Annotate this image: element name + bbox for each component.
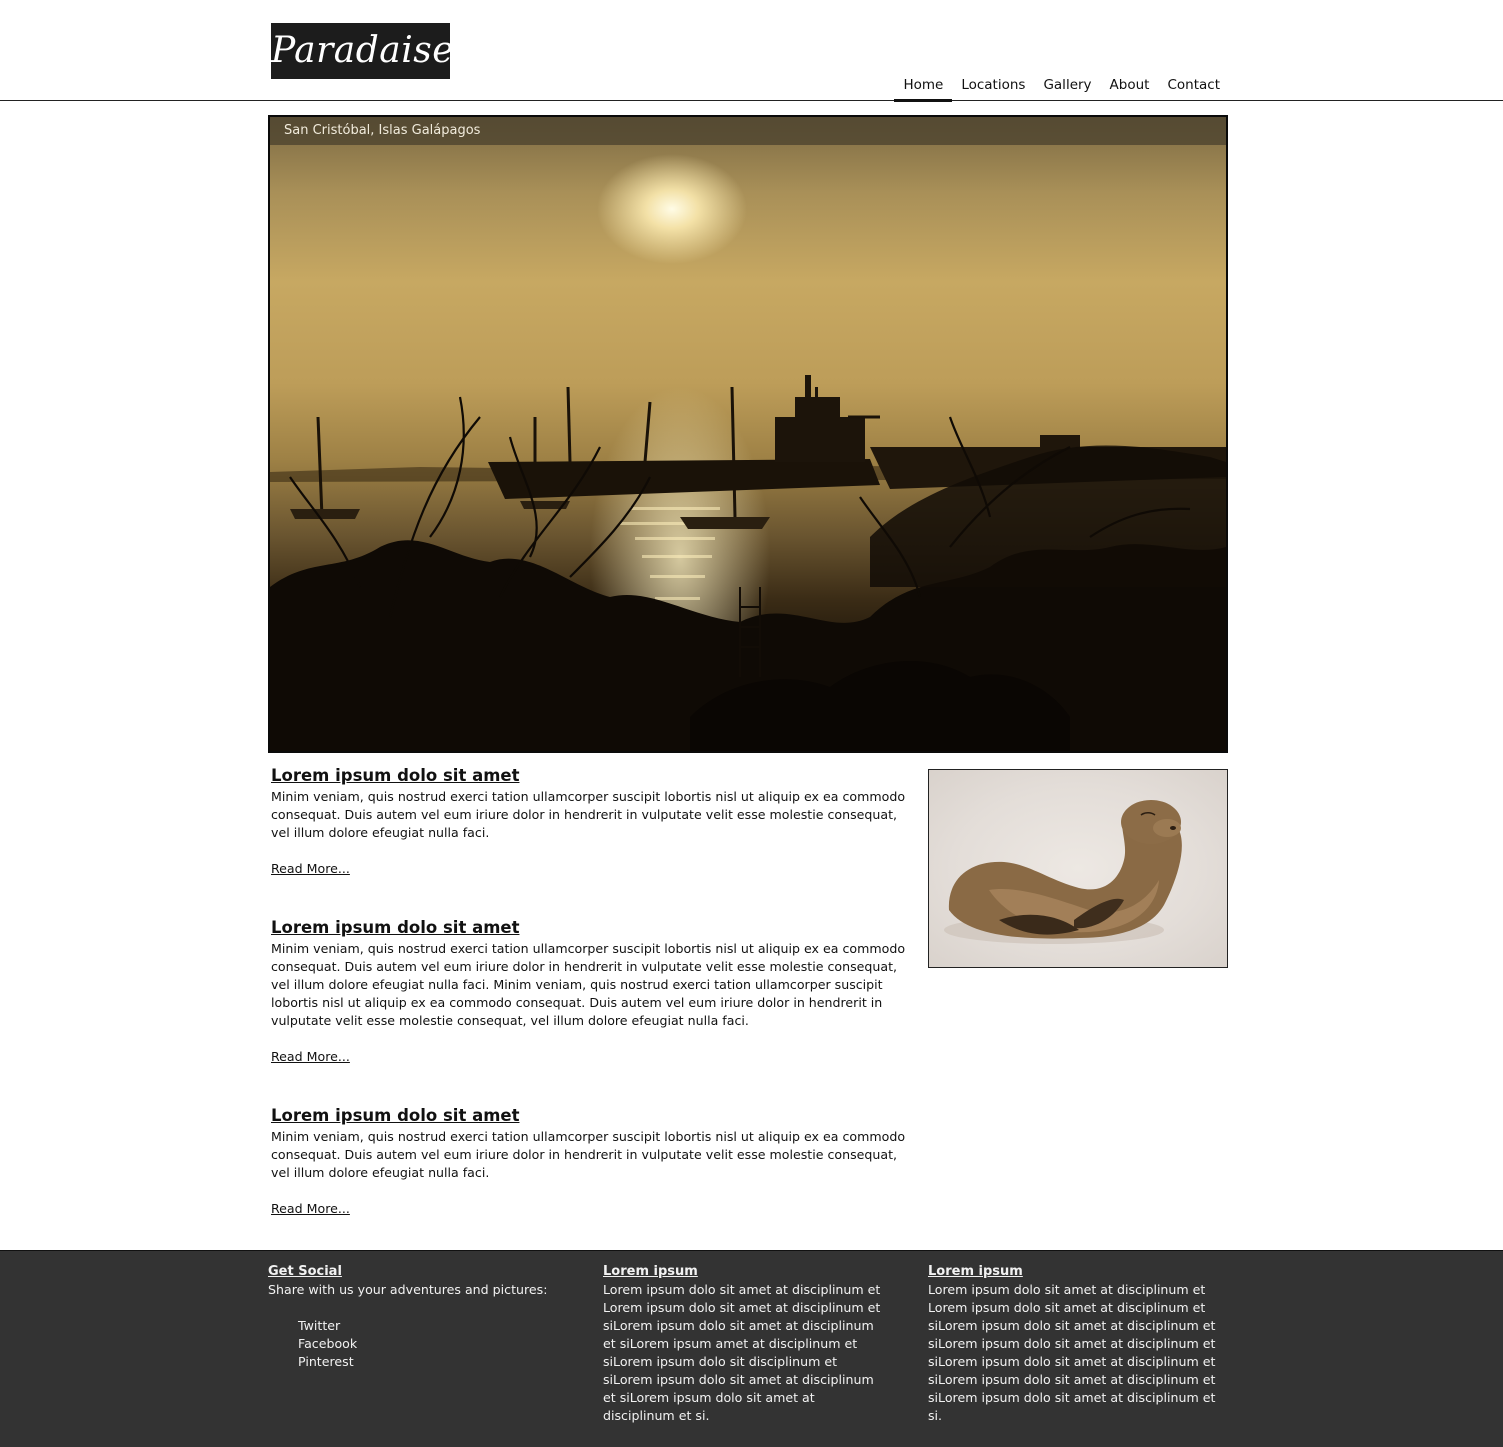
footer-col3-title: Lorem ipsum	[928, 1264, 1023, 1279]
article-item: Lorem ipsum dolo sit amet Minim veniam, …	[271, 1104, 911, 1218]
footer-col2-title: Lorem ipsum	[603, 1264, 698, 1279]
article-item: Lorem ipsum dolo sit amet Minim veniam, …	[271, 916, 911, 1066]
harbor-sunset-illustration	[270, 375, 1226, 751]
footer-social: Get Social Share with us your adventures…	[268, 1263, 568, 1371]
article-title[interactable]: Lorem ipsum dolo sit amet	[271, 764, 911, 788]
site-logo[interactable]: Paradaise	[271, 23, 454, 79]
footer-column-3: Lorem ipsum Lorem ipsum dolo sit amet at…	[928, 1263, 1218, 1425]
footer-social-text: Share with us your adventures and pictur…	[268, 1282, 548, 1297]
footer-col3-text: Lorem ipsum dolo sit amet at disciplinum…	[928, 1282, 1216, 1423]
article-item: Lorem ipsum dolo sit amet Minim veniam, …	[271, 764, 911, 878]
read-more-link[interactable]: Read More...	[271, 1048, 350, 1066]
social-links: Twitter Facebook Pinterest	[298, 1317, 568, 1371]
main-nav: Home Locations Gallery About Contact	[894, 77, 1229, 102]
site-footer: Get Social Share with us your adventures…	[0, 1250, 1503, 1447]
twitter-link[interactable]: Twitter	[298, 1317, 568, 1335]
nav-item-contact[interactable]: Contact	[1158, 77, 1229, 99]
article-title[interactable]: Lorem ipsum dolo sit amet	[271, 1104, 911, 1128]
article-title[interactable]: Lorem ipsum dolo sit amet	[271, 916, 911, 940]
sea-lion-photo	[928, 769, 1228, 968]
nav-item-about[interactable]: About	[1101, 77, 1159, 99]
article-body: Minim veniam, quis nostrud exerci tation…	[271, 941, 906, 1028]
nav-item-gallery[interactable]: Gallery	[1034, 77, 1100, 99]
article-body: Minim veniam, quis nostrud exerci tation…	[271, 789, 906, 840]
article-list: Lorem ipsum dolo sit amet Minim veniam, …	[271, 764, 911, 1256]
footer-social-title: Get Social	[268, 1264, 342, 1279]
article-body: Minim veniam, quis nostrud exerci tation…	[271, 1129, 906, 1180]
read-more-link[interactable]: Read More...	[271, 1200, 350, 1218]
nav-item-home[interactable]: Home	[894, 77, 953, 102]
facebook-link[interactable]: Facebook	[298, 1335, 568, 1353]
read-more-link[interactable]: Read More...	[271, 860, 350, 878]
footer-column-2: Lorem ipsum Lorem ipsum dolo sit amet at…	[603, 1263, 888, 1425]
hero-photo: San Cristóbal, Islas Galápagos	[268, 115, 1228, 753]
hero-caption: San Cristóbal, Islas Galápagos	[270, 117, 1226, 145]
footer-col2-text: Lorem ipsum dolo sit amet at disciplinum…	[603, 1282, 881, 1423]
sea-lion-illustration	[944, 800, 1182, 944]
nav-item-locations[interactable]: Locations	[952, 77, 1034, 99]
pinterest-link[interactable]: Pinterest	[298, 1353, 568, 1371]
site-header: Paradaise Home Locations Gallery About C…	[0, 0, 1503, 102]
